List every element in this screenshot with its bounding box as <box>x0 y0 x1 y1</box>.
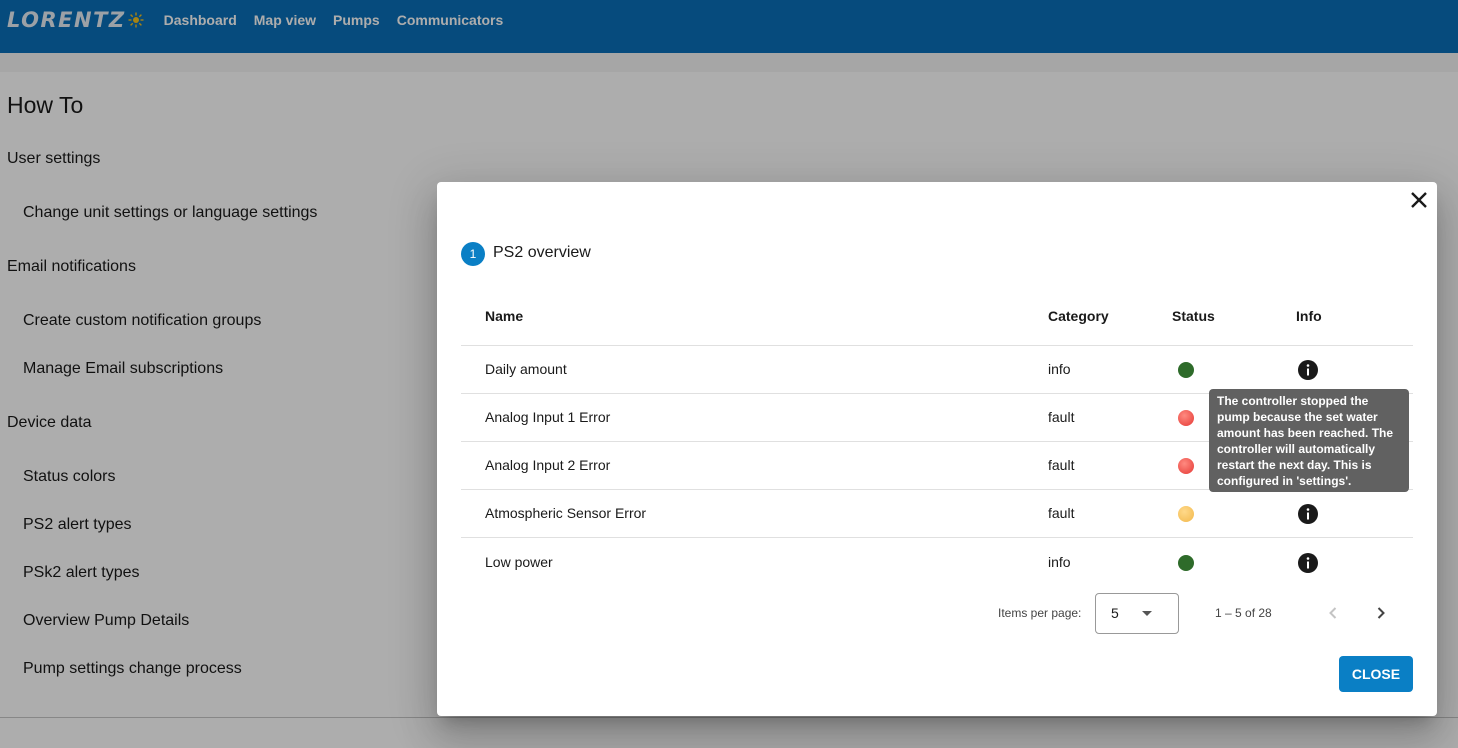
row-name: Analog Input 2 Error <box>485 457 611 473</box>
row-name: Low power <box>485 554 553 570</box>
status-red-dot <box>1178 458 1194 474</box>
close-button[interactable]: CLOSE <box>1339 656 1413 692</box>
row-category: fault <box>1048 457 1075 473</box>
row-name: Atmospheric Sensor Error <box>485 505 647 521</box>
table-row: Atmospheric Sensor Error fault <box>461 489 1413 537</box>
row-name: Daily amount <box>485 361 567 377</box>
chevron-right-icon[interactable] <box>1369 601 1393 625</box>
status-yellow-dot <box>1178 506 1194 522</box>
page-range-label: 1 – 5 of 28 <box>1215 606 1272 620</box>
row-category: info <box>1048 361 1071 377</box>
column-header-category: Category <box>1048 308 1109 324</box>
row-category: fault <box>1048 409 1075 425</box>
table-row: Low power info <box>461 537 1413 585</box>
page-size-select[interactable]: 5 <box>1095 593 1179 634</box>
row-name: Analog Input 1 Error <box>485 409 611 425</box>
info-icon[interactable] <box>1297 503 1319 525</box>
column-header-info: Info <box>1296 308 1322 324</box>
dropdown-arrow-icon <box>1142 611 1152 616</box>
status-green-dot <box>1178 555 1194 571</box>
chevron-left-icon[interactable] <box>1321 601 1345 625</box>
step-badge: 1 <box>461 242 485 266</box>
info-icon[interactable] <box>1297 359 1319 381</box>
column-header-name: Name <box>485 308 524 324</box>
close-icon[interactable] <box>1407 188 1431 212</box>
info-tooltip: The controller stopped the pump because … <box>1209 389 1409 492</box>
items-per-page-label: Items per page: <box>998 606 1082 620</box>
row-category: info <box>1048 554 1071 570</box>
table-row: Daily amount info <box>461 345 1413 393</box>
info-icon[interactable] <box>1297 552 1319 574</box>
page-size-value: 5 <box>1111 605 1119 621</box>
status-green-dot <box>1178 362 1194 378</box>
column-header-status: Status <box>1172 308 1215 324</box>
status-red-dot <box>1178 410 1194 426</box>
row-category: fault <box>1048 505 1075 521</box>
dialog-title: PS2 overview <box>493 244 591 261</box>
ps2-overview-dialog: 1 PS2 overview Name Category Status Info… <box>437 182 1437 716</box>
